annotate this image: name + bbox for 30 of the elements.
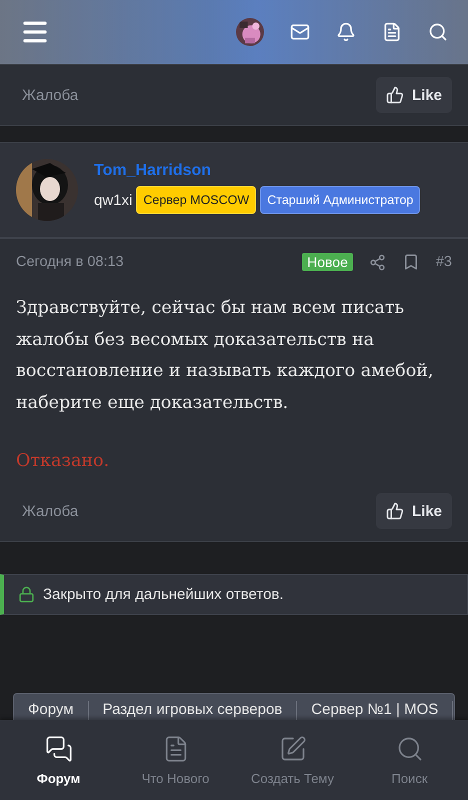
search-icon[interactable] (428, 22, 448, 42)
report-link[interactable]: Жалоба (22, 86, 78, 104)
post-date: Сегодня в 08:13 (16, 254, 125, 270)
nav-tab[interactable]: Форум (0, 720, 117, 800)
like-button[interactable]: Like (376, 493, 452, 529)
author-name[interactable]: Tom_Harridson (94, 162, 420, 180)
avatar-button[interactable] (236, 18, 264, 46)
share-icon[interactable] (368, 254, 386, 270)
mail-icon[interactable] (290, 22, 310, 42)
nav-tab[interactable]: Что Нового (117, 720, 234, 800)
thumbs-up-icon (386, 502, 404, 520)
edit-icon (278, 734, 306, 762)
like-button[interactable]: Like (376, 77, 452, 113)
user-badge: Сервер MOSCOW (136, 186, 256, 214)
search-icon (396, 734, 424, 762)
nav-tab[interactable]: Поиск (351, 720, 468, 800)
post-text: Здравствуйте, сейчас бы нам всем писать жалобы без весомых доказательств на восстановление и называть каждого амебой, наберите еще доказательств. (16, 297, 434, 414)
notice-text: Закрыто для дальнейших ответов. (43, 586, 284, 603)
user-badge: Старший Администратор (260, 186, 420, 214)
post-number[interactable]: #3 (436, 254, 452, 270)
nav-tab[interactable]: Создать Тему (234, 720, 351, 800)
new-label: Новое (302, 253, 353, 271)
lock-icon (18, 586, 35, 603)
bell-icon[interactable] (336, 22, 356, 42)
report-link[interactable]: Жалоба (22, 502, 78, 520)
chat-icon (44, 734, 72, 762)
verdict-text: Отказано. (16, 451, 110, 471)
user-title: qw1xi (94, 192, 132, 208)
thumbs-up-icon (386, 86, 404, 104)
document-icon[interactable] (382, 22, 402, 42)
